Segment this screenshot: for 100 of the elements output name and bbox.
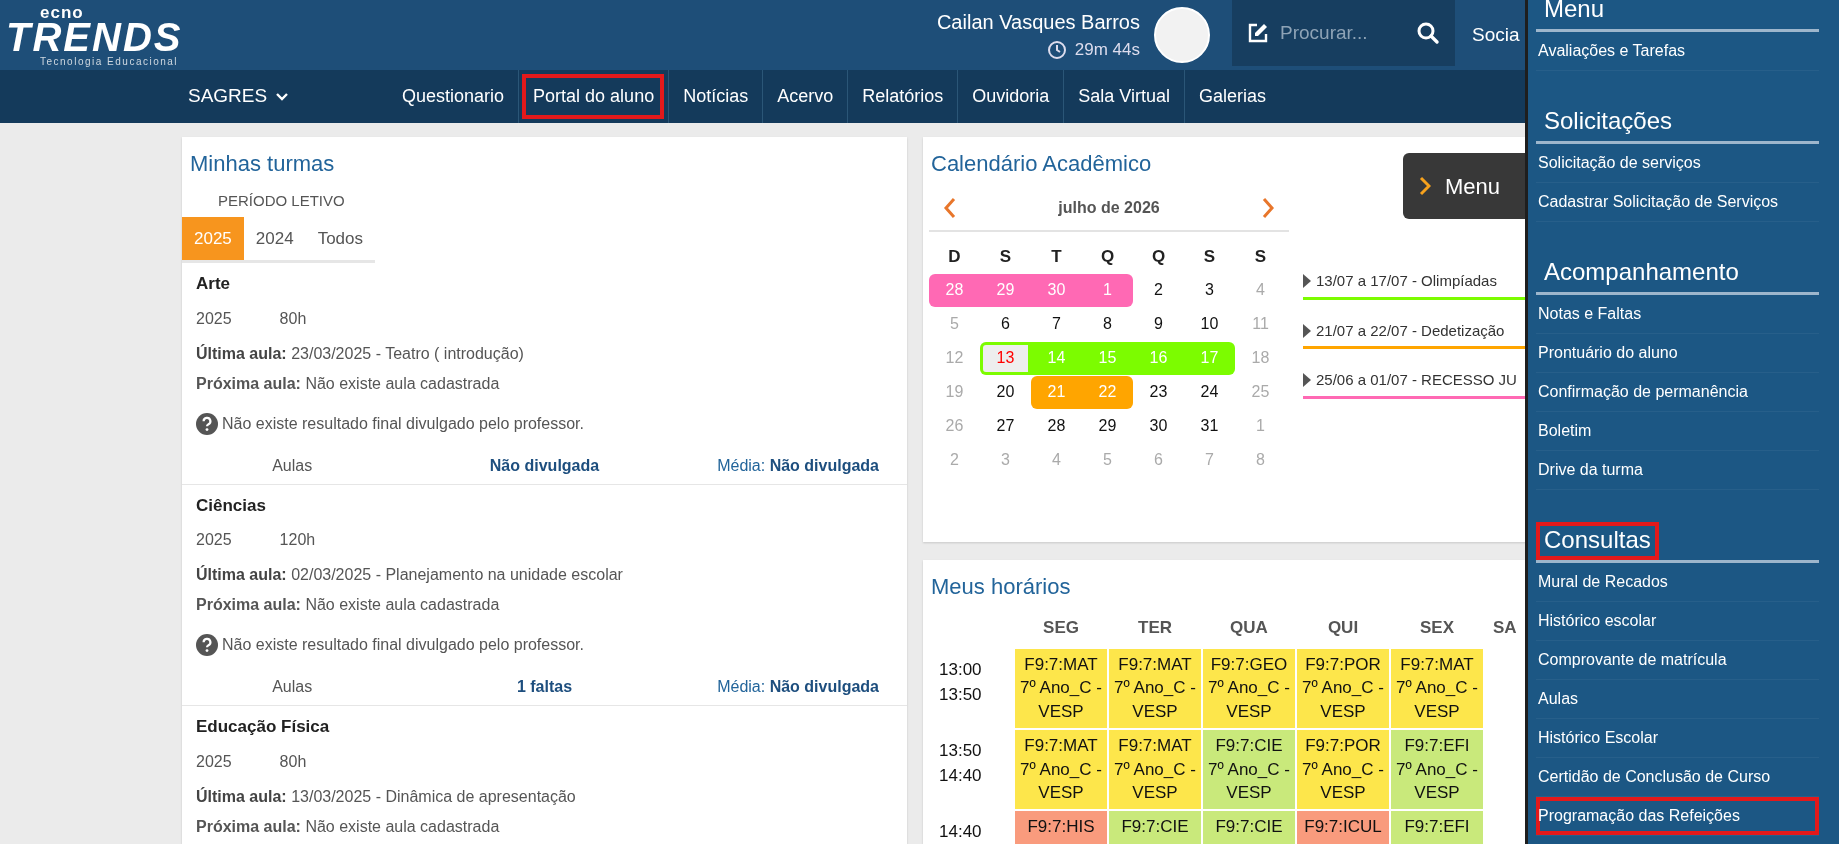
average-text: Média: Não divulgada	[717, 677, 879, 697]
section-heading: Consultas	[1536, 522, 1659, 560]
nav-item[interactable]: Relatórios	[847, 70, 958, 123]
menu-item[interactable]: Drive da turma	[1536, 451, 1819, 490]
menu-button[interactable]: Menu	[1403, 153, 1525, 219]
course-hours: 120h	[279, 531, 316, 548]
calendar-day[interactable]: 8	[1082, 307, 1133, 341]
calendar-day[interactable]: 24	[1184, 375, 1235, 409]
calendar-day[interactable]: 3	[1184, 273, 1235, 307]
schedule-cell: F9:7:EFI 7º Ano_C - VESP	[1391, 729, 1483, 810]
calendar-day[interactable]: 31	[1184, 409, 1235, 443]
logo-text: ecno	[40, 3, 85, 21]
course-hours: 80h	[279, 309, 307, 327]
schedule-cell: F9:7:MAT 7º Ano_C - VESP	[1015, 729, 1107, 810]
event-text: 25/06 a 01/07 - RECESSO JU	[1316, 370, 1517, 390]
time-label: 13:50	[939, 739, 983, 762]
calendar-day[interactable]: 28	[1031, 409, 1082, 443]
schedule-cell: F9:7:MAT 7º Ano_C - VESP	[1109, 648, 1201, 728]
course-year: 2025	[196, 752, 232, 770]
time-label: 13:50	[939, 684, 983, 706]
nav-item[interactable]: Notícias	[668, 70, 763, 123]
calendar-day[interactable]: 23	[1133, 375, 1184, 409]
next-class-text: Próxima aula: Não existe aula cadastrada	[196, 816, 501, 837]
menu-item[interactable]: Avaliações e Tarefas	[1536, 32, 1819, 71]
event-text: 21/07 a 22/07 - Dedetização	[1316, 320, 1505, 341]
time-label: 13:00	[939, 658, 983, 681]
course-hours: 80h	[279, 752, 307, 770]
weekday-label: Q	[1099, 246, 1116, 268]
schedule-cell: F9:7:CIE	[1203, 811, 1295, 844]
session-timer: 29m 44s	[1074, 39, 1140, 62]
calendar-day[interactable]: 29	[1082, 409, 1133, 443]
weekday-label: Q	[1150, 246, 1167, 268]
nav-item[interactable]: Acervo	[762, 70, 848, 123]
nav-item[interactable]: Galerias	[1184, 70, 1281, 123]
nav-link[interactable]: Socia	[1472, 20, 1525, 50]
chevron-left-icon[interactable]	[943, 197, 957, 219]
last-class-text: Última aula: 23/03/2025 - Teatro ( introdução)	[196, 343, 525, 364]
time-label: 14:40	[939, 765, 983, 788]
card-title: Calendário Acadêmico	[930, 150, 1153, 178]
next-class-text: Próxima aula: Não existe aula cadastrada	[196, 373, 501, 394]
schedule-cell: F9:7:POR 7º Ano_C - VESP	[1297, 729, 1389, 810]
classes-link[interactable]: Aulas	[272, 675, 313, 699]
section-heading: Acompanhamento	[1543, 257, 1740, 287]
nav-item[interactable]: Ouvidoria	[957, 70, 1064, 123]
nav-item[interactable]: Sala Virtual	[1063, 70, 1185, 123]
menu-item[interactable]: Notas e Faltas	[1536, 295, 1819, 334]
edit-icon[interactable]	[1246, 21, 1270, 45]
calendar-day[interactable]: 20	[980, 375, 1031, 409]
menu-item[interactable]: Certidão de Conclusão de Curso	[1536, 758, 1819, 797]
schedule-cell: F9:7:POR 7º Ano_C - VESP	[1297, 648, 1389, 728]
menu-item[interactable]: Histórico Escolar	[1536, 719, 1819, 758]
absences-text: Não divulgada	[489, 455, 600, 476]
calendar-day[interactable]: 30	[1133, 409, 1184, 443]
menu-item[interactable]: Cadastrar Solicitação de Serviços	[1536, 183, 1819, 222]
search-icon[interactable]	[1416, 21, 1440, 45]
nav-item[interactable]: Questionario	[388, 70, 519, 123]
menu-item[interactable]: Boletim	[1536, 412, 1819, 451]
menu-item[interactable]: Histórico escolar	[1536, 602, 1819, 641]
course-name: Ciências	[196, 494, 267, 517]
user-name: Cailan Vasques Barros	[936, 10, 1140, 36]
menu-item[interactable]: Aulas	[1536, 680, 1819, 719]
caret-right-icon	[1303, 373, 1311, 388]
day-header: QUA	[1229, 617, 1269, 639]
menu-item[interactable]: Solicitação de serviços	[1536, 144, 1819, 183]
day-header: QUI	[1326, 617, 1360, 639]
calendar-day[interactable]: 9	[1133, 307, 1184, 341]
day-header: SEX	[1419, 617, 1455, 639]
card-title: Minhas turmas	[189, 150, 336, 178]
year-tab[interactable]: Todos	[305, 216, 376, 260]
menu-item[interactable]: Comprovante de matrícula	[1536, 641, 1819, 680]
last-class-text: Última aula: 13/03/2025 - Dinâmica de apresentação	[196, 786, 577, 807]
search-field[interactable]: Procurar...	[1278, 17, 1408, 49]
schedule-cell: F9:7:EFI	[1391, 811, 1483, 844]
day-header: TER	[1137, 617, 1173, 639]
calendar-day[interactable]: 2	[1133, 273, 1184, 307]
calendar-day[interactable]: 10	[1184, 307, 1235, 341]
menu-item[interactable]: Confirmação de permanência	[1536, 373, 1819, 412]
brand-menu[interactable]: SAGRES	[188, 82, 268, 111]
calendar-day[interactable]: 6	[980, 307, 1031, 341]
avatar[interactable]	[1154, 7, 1210, 63]
month-label: julho de 2026	[1058, 198, 1160, 218]
year-tab[interactable]: 2024	[243, 216, 306, 260]
day-header: SEG	[1042, 617, 1080, 639]
chevron-down-icon	[275, 91, 290, 102]
result-note: Não existe resultado final divulgado pelo professor.	[222, 413, 584, 434]
section-heading: Solicitações	[1543, 106, 1674, 136]
menu-item[interactable]: Mural de Recados	[1536, 563, 1819, 602]
weekday-label: S	[1253, 246, 1268, 268]
menu-item[interactable]: Prontuário do aluno	[1536, 334, 1819, 373]
calendar-day[interactable]: 27	[980, 409, 1031, 443]
clock-icon	[1046, 40, 1067, 60]
search-bar[interactable]: Procurar...	[1232, 0, 1455, 66]
nav-item[interactable]: Portal do aluno	[518, 70, 669, 123]
calendar-day[interactable]: 7	[1031, 307, 1082, 341]
chevron-right-icon[interactable]	[1261, 197, 1275, 219]
absences-text: 1 faltas	[516, 677, 573, 697]
classes-link[interactable]: Aulas	[272, 453, 313, 478]
schedule-cell: F9:7:MAT 7º Ano_C - VESP	[1391, 648, 1483, 728]
average-text: Média: Não divulgada	[717, 455, 879, 476]
weekday-label: T	[1050, 246, 1063, 268]
